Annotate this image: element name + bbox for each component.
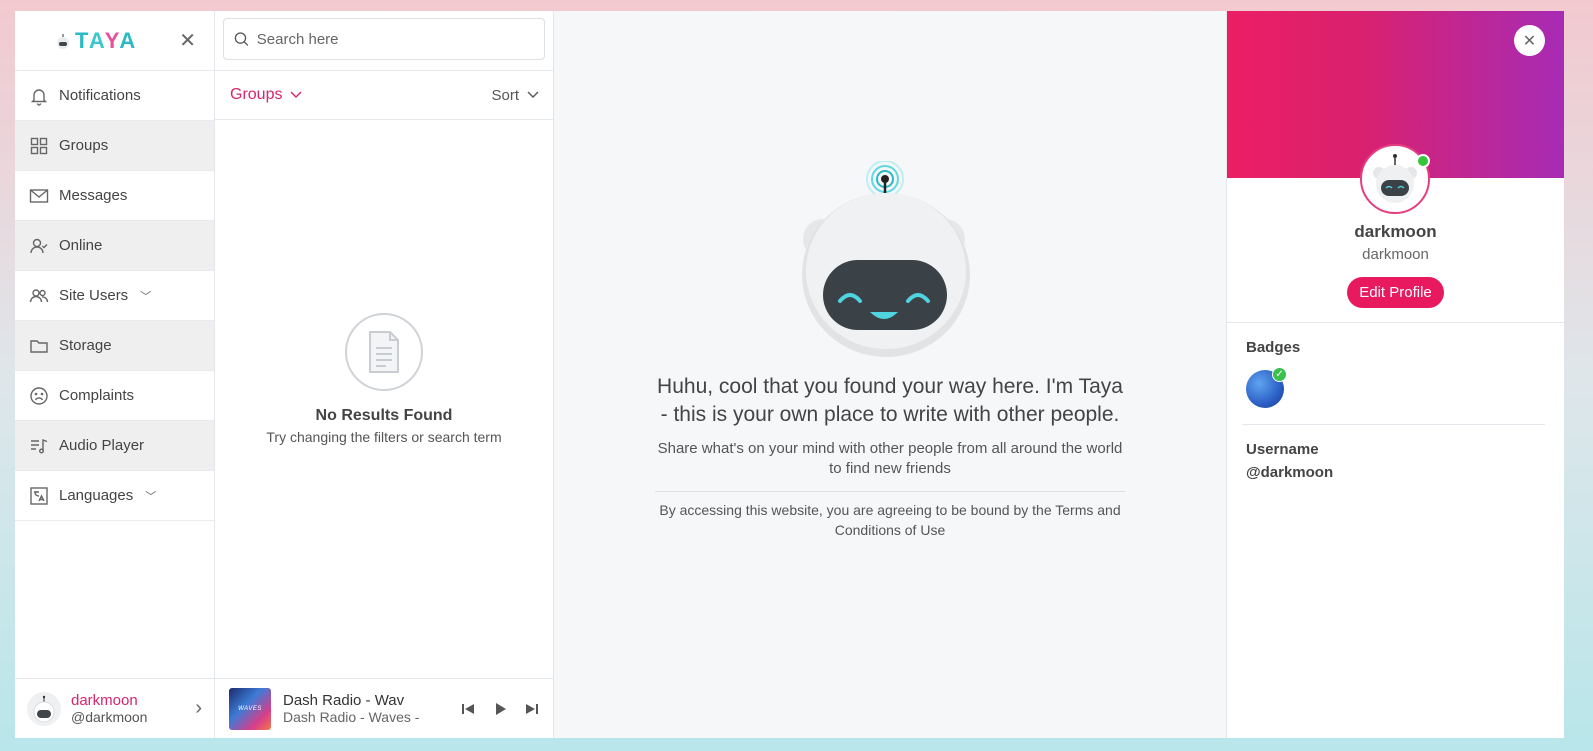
search-box[interactable] xyxy=(223,18,545,60)
sidebar-item-complaints[interactable]: Complaints xyxy=(15,371,214,421)
sort-dropdown[interactable]: Sort xyxy=(491,87,539,104)
welcome-panel: Huhu, cool that you found your way here.… xyxy=(554,11,1226,738)
empty-title: No Results Found xyxy=(315,407,453,424)
profile-panel: ✕ darkmoon darkmoon Edit Profile Badges … xyxy=(1226,11,1564,738)
chevron-down-icon: ﹀ xyxy=(140,290,152,303)
current-user[interactable]: darkmoon @darkmoon › xyxy=(15,678,214,738)
search-bar xyxy=(215,11,553,71)
empty-state: No Results Found Try changing the filter… xyxy=(215,120,553,678)
groups-dropdown[interactable]: Groups xyxy=(230,86,302,104)
translate-icon xyxy=(30,486,48,505)
track-subtitle: Dash Radio - Waves - xyxy=(283,708,420,725)
empty-subtitle: Try changing the filters or search term xyxy=(266,429,502,445)
close-profile-button[interactable]: ✕ xyxy=(1514,25,1545,56)
logo-letter: T xyxy=(75,27,89,53)
play-icon[interactable] xyxy=(493,702,507,716)
folder-icon xyxy=(30,339,48,353)
avatar xyxy=(27,691,61,726)
album-cover-text: WAVES xyxy=(238,705,262,712)
sidebar: TAYA ✕ Notifications Groups Messages Onl… xyxy=(15,11,215,738)
logo-letter: A xyxy=(119,27,138,53)
profile-display-name: darkmoon xyxy=(1362,246,1429,263)
welcome-subtext: Share what's on your mind with other peo… xyxy=(655,439,1125,492)
sidebar-item-messages[interactable]: Messages xyxy=(15,171,214,221)
user-handle: @darkmoon xyxy=(71,708,148,725)
logo-letter: A xyxy=(88,27,105,53)
username-section: Username @darkmoon xyxy=(1227,425,1564,497)
username-value: @darkmoon xyxy=(1246,464,1334,481)
envelope-icon xyxy=(29,188,49,203)
previous-track-icon[interactable] xyxy=(461,702,475,716)
robot-mascot-icon xyxy=(802,161,970,357)
robot-avatar-icon xyxy=(33,695,55,722)
logo-row: TAYA ✕ xyxy=(15,11,214,71)
sidebar-item-label: Site Users xyxy=(59,287,129,304)
next-track-icon[interactable] xyxy=(525,702,539,716)
user-check-icon xyxy=(30,238,48,253)
profile-name: darkmoon xyxy=(1354,222,1437,241)
close-sidebar-icon[interactable]: ✕ xyxy=(179,28,196,53)
grid-icon xyxy=(30,137,48,154)
player-controls xyxy=(461,702,539,716)
sort-dropdown-label: Sort xyxy=(491,86,519,104)
user-info: darkmoon @darkmoon xyxy=(71,692,185,726)
user-name: darkmoon xyxy=(71,691,138,709)
robot-logo-icon xyxy=(57,33,69,49)
logo-letter: Y xyxy=(104,27,120,53)
document-icon xyxy=(345,313,423,391)
online-status-dot xyxy=(1416,154,1430,168)
chevron-down-icon: ﹀ xyxy=(145,490,157,503)
bell-icon xyxy=(30,88,48,106)
search-icon xyxy=(234,32,249,46)
terms-text: By accessing this website, you are agree… xyxy=(659,502,1121,538)
logo[interactable]: TAYA xyxy=(55,28,137,54)
profile-avatar[interactable] xyxy=(1360,144,1430,214)
audio-player: WAVES Dash Radio - Wav Dash Radio - Wave… xyxy=(215,678,553,738)
groups-dropdown-label: Groups xyxy=(230,86,283,103)
sidebar-item-label: Groups xyxy=(59,137,109,154)
globe-badge-icon[interactable]: ✓ xyxy=(1246,367,1287,408)
robot-avatar-icon xyxy=(1373,154,1417,203)
search-input[interactable] xyxy=(256,30,534,48)
list-column: Groups Sort No Results Found Try changin… xyxy=(215,11,554,738)
users-icon xyxy=(29,288,49,302)
sidebar-item-groups[interactable]: Groups xyxy=(15,121,214,171)
playlist-icon xyxy=(31,438,48,453)
logo-text: TAYA xyxy=(75,28,137,54)
sidebar-item-label: Notifications xyxy=(59,87,141,104)
chevron-down-icon xyxy=(527,91,539,98)
sidebar-item-label: Complaints xyxy=(59,387,135,404)
chevron-right-icon[interactable]: › xyxy=(195,697,202,720)
sidebar-item-site-users[interactable]: Site Users ﹀ xyxy=(15,271,214,321)
sidebar-item-online[interactable]: Online xyxy=(15,221,214,271)
badges-section: Badges ✓ xyxy=(1227,323,1564,424)
welcome-headline: Huhu, cool that you found your way here.… xyxy=(657,375,1123,426)
username-label: Username xyxy=(1246,441,1319,458)
sidebar-nav: Notifications Groups Messages Online Sit… xyxy=(15,71,214,678)
sidebar-item-label: Online xyxy=(59,237,103,254)
sidebar-item-label: Audio Player xyxy=(59,437,145,454)
check-icon: ✓ xyxy=(1272,367,1287,382)
app-window: TAYA ✕ Notifications Groups Messages Onl… xyxy=(15,11,1564,738)
sidebar-item-storage[interactable]: Storage xyxy=(15,321,214,371)
sidebar-item-languages[interactable]: Languages ﹀ xyxy=(15,471,214,521)
sidebar-item-label: Storage xyxy=(59,337,112,354)
track-info: Dash Radio - Wav Dash Radio - Waves - xyxy=(283,692,449,726)
filter-row: Groups Sort xyxy=(215,71,553,120)
sidebar-item-notifications[interactable]: Notifications xyxy=(15,71,214,121)
chevron-down-icon xyxy=(290,91,302,98)
track-title: Dash Radio - Wav xyxy=(283,691,405,709)
album-cover: WAVES xyxy=(229,687,271,730)
sidebar-item-audio-player[interactable]: Audio Player xyxy=(15,421,214,471)
sidebar-item-label: Languages xyxy=(59,487,134,504)
sidebar-item-label: Messages xyxy=(59,187,128,204)
edit-profile-button[interactable]: Edit Profile xyxy=(1347,277,1444,308)
sad-face-icon xyxy=(30,386,48,405)
badges-heading: Badges xyxy=(1246,339,1301,356)
